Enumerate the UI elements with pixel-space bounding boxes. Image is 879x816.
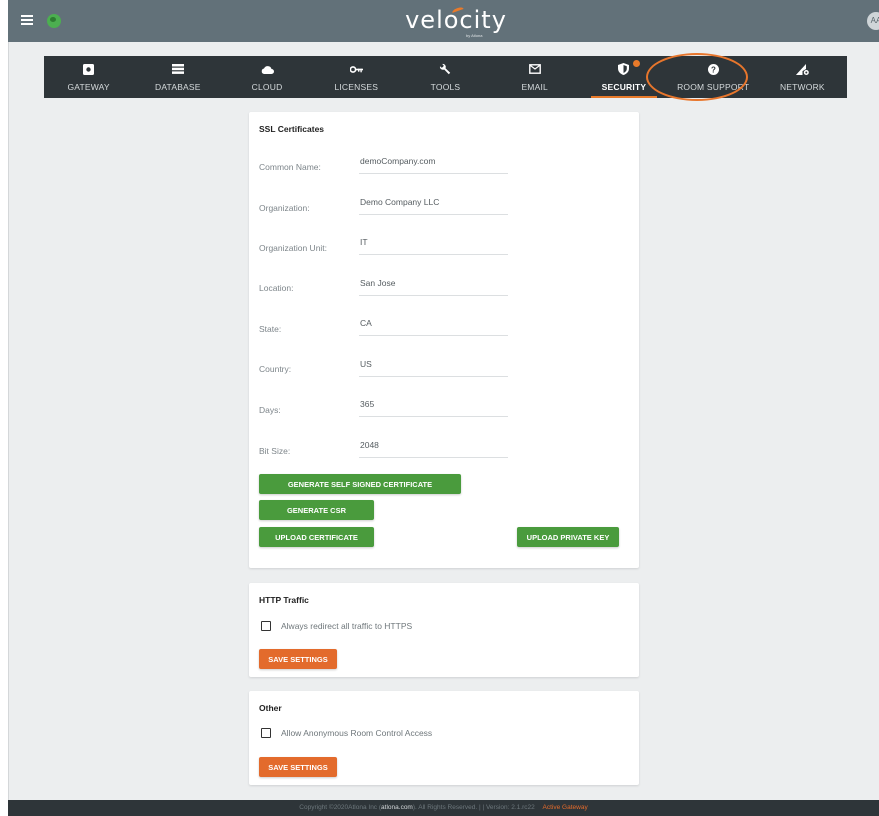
- gear-box-icon: [83, 62, 95, 76]
- location-input[interactable]: [359, 278, 508, 296]
- help-icon: ?: [707, 62, 719, 76]
- organization-label: Organization:: [259, 203, 310, 213]
- organization-unit-input[interactable]: [359, 237, 508, 255]
- nav-room-support[interactable]: ? ROOM SUPPORT: [669, 56, 758, 98]
- https-redirect-label: Always redirect all traffic to HTTPS: [281, 621, 413, 631]
- nav-licenses[interactable]: LICENSES: [312, 56, 401, 98]
- footer-atlona-link[interactable]: atlona.com: [381, 804, 413, 811]
- days-input[interactable]: [359, 399, 508, 417]
- common-name-label: Common Name:: [259, 162, 321, 172]
- generate-self-signed-button[interactable]: GENERATE SELF SIGNED CERTIFICATE: [259, 474, 461, 494]
- generate-csr-button[interactable]: GENERATE CSR: [259, 500, 374, 520]
- http-save-settings-button[interactable]: SAVE SETTINGS: [259, 649, 337, 669]
- ssl-certificates-card: SSL Certificates Common Name: Organizati…: [249, 112, 639, 568]
- upload-certificate-button[interactable]: UPLOAD CERTIFICATE: [259, 527, 374, 547]
- footer-version: ). All Rights Reserved. | | Version: 2.1…: [412, 804, 535, 811]
- key-icon: [349, 62, 363, 76]
- nav-database[interactable]: DATABASE: [133, 56, 222, 98]
- organization-input[interactable]: [359, 197, 508, 215]
- http-card-title: HTTP Traffic: [259, 595, 309, 605]
- menu-icon[interactable]: [21, 15, 33, 25]
- https-redirect-row: Always redirect all traffic to HTTPS: [261, 621, 412, 631]
- nav-tools[interactable]: TOOLS: [401, 56, 490, 98]
- nav-gateway[interactable]: GATEWAY: [44, 56, 133, 98]
- shield-icon: [618, 62, 630, 76]
- cloud-icon: [261, 62, 274, 76]
- nav-cloud[interactable]: CLOUD: [222, 56, 311, 98]
- bit-size-label: Bit Size:: [259, 446, 291, 456]
- signal-gear-icon: [795, 62, 809, 76]
- nav-email[interactable]: EMAIL: [490, 56, 579, 98]
- wrench-icon: [439, 62, 451, 76]
- http-traffic-card: HTTP Traffic Always redirect all traffic…: [249, 583, 639, 677]
- anonymous-access-label: Allow Anonymous Room Control Access: [281, 728, 433, 738]
- anonymous-access-checkbox[interactable]: [261, 728, 271, 738]
- country-input[interactable]: [359, 359, 508, 377]
- main-nav: GATEWAY DATABASE CLOUD LICENSES TOOLS EM…: [44, 56, 847, 98]
- ssl-card-title: SSL Certificates: [259, 124, 325, 134]
- velocity-logo: velocity by Atlona: [405, 6, 507, 38]
- other-card-title: Other: [259, 703, 282, 713]
- nav-security[interactable]: SECURITY: [579, 56, 668, 98]
- https-redirect-checkbox[interactable]: [261, 621, 271, 631]
- location-label: Location:: [259, 283, 294, 293]
- other-settings-card: Other Allow Anonymous Room Control Acces…: [249, 691, 639, 785]
- country-label: Country:: [259, 364, 292, 374]
- upload-private-key-button[interactable]: UPLOAD PRIVATE KEY: [517, 527, 619, 547]
- common-name-input[interactable]: [359, 156, 508, 174]
- svg-text:?: ?: [711, 65, 716, 74]
- state-label: State:: [259, 324, 282, 334]
- anonymous-access-row: Allow Anonymous Room Control Access: [261, 728, 432, 738]
- state-input[interactable]: [359, 318, 508, 336]
- nav-network[interactable]: NETWORK: [758, 56, 847, 98]
- mail-icon: [528, 62, 541, 76]
- other-save-settings-button[interactable]: SAVE SETTINGS: [259, 757, 337, 777]
- days-label: Days:: [259, 405, 281, 415]
- bit-size-input[interactable]: [359, 440, 508, 458]
- globe-status-icon[interactable]: [47, 14, 61, 28]
- database-icon: [171, 62, 184, 76]
- page-footer: Copyright ©2020Atlona Inc (atlona.com). …: [8, 800, 879, 816]
- organization-unit-label: Organization Unit:: [259, 243, 328, 253]
- user-avatar[interactable]: AA: [867, 12, 879, 30]
- top-header: velocity by Atlona AA: [8, 0, 879, 42]
- footer-copyright-prefix: Copyright ©2020Atlona Inc (: [299, 804, 382, 811]
- security-alert-badge: [633, 60, 641, 67]
- active-gateway-status: Active Gateway: [542, 804, 588, 811]
